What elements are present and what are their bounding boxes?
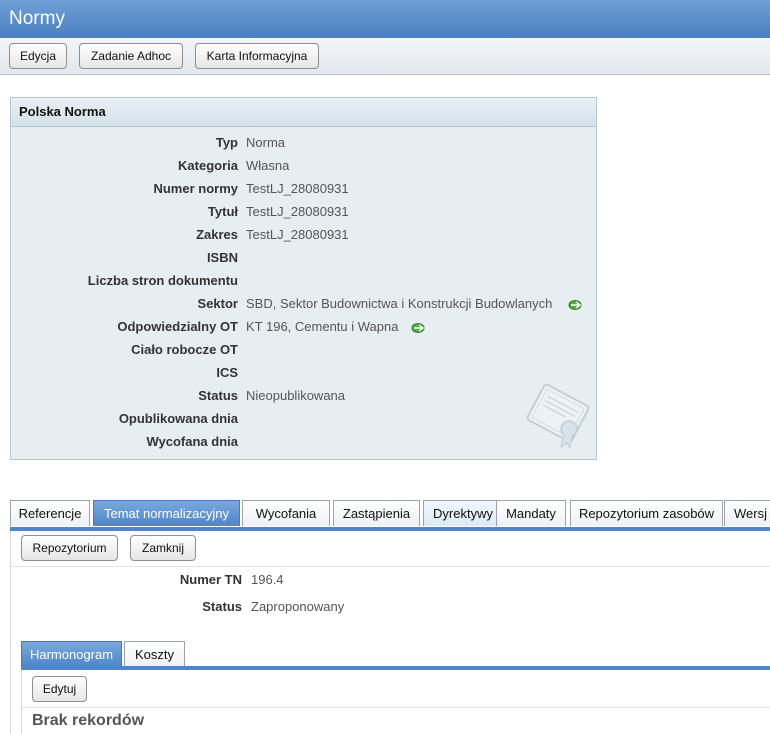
field-value: Nieopublikowana [246,388,346,403]
field-row: Wycofana dnia [11,434,598,454]
field-row: Kategoria Własna [11,158,598,178]
info-card-button[interactable]: Karta Informacyjna [195,43,319,69]
link-arrow-icon[interactable] [568,299,584,311]
edit-button[interactable]: Edycja [9,43,67,69]
link-arrow-icon[interactable] [411,322,427,334]
field-label: ICS [216,365,238,380]
field-label: Opublikowana dnia [118,411,238,426]
tab-wersje[interactable]: Wersj [724,500,770,526]
field-row: Tytuł TestLJ_28080931 [11,204,598,224]
window-title: Normy [9,8,65,29]
field-label: Tytuł [207,204,238,219]
field-row: Numer normy TestLJ_28080931 [11,181,598,201]
repository-button[interactable]: Repozytorium [21,535,118,561]
tab-harmonogram[interactable]: Harmonogram [21,641,122,667]
tab-koszty[interactable]: Koszty [124,641,185,667]
field-label: Liczba stron dokumentu [87,273,238,288]
field-row: Odpowiedzialny OT KT 196, Cementu i Wapn… [11,319,598,339]
close-button[interactable]: Zamknij [130,535,196,561]
panel-title: Polska Norma [11,98,596,127]
field-row: ICS [11,365,598,385]
field-label: Zakres [196,227,238,242]
field-label: Numer TN [179,572,242,587]
field-label: Odpowiedzialny OT [117,319,238,334]
divider [11,566,770,567]
field-value: Własna [246,158,290,173]
field-value: TestLJ_28080931 [246,227,349,242]
field-label: Ciało robocze OT [131,342,238,357]
field-value: TestLJ_28080931 [246,204,349,219]
field-label: Wycofana dnia [146,434,238,449]
toolbar: Edycja Zadanie Adhoc Karta Informacyjna [0,38,770,75]
field-label: Typ [215,135,238,150]
tab-wycofania[interactable]: Wycofania [242,500,330,526]
field-label: Sektor [197,296,238,311]
tab-dyrektywy[interactable]: Dyrektywy [423,500,503,526]
field-value: Norma [246,135,286,150]
field-label: Status [198,388,238,403]
title-bar: Normy [0,0,770,39]
tab-referencje[interactable]: Referencje [10,500,90,526]
field-label: ISBN [206,250,238,265]
field-label: Status [202,599,242,614]
field-row: Typ Norma [11,135,598,155]
details-panel: Polska Norma Typ Norma Kategoria Własna … [10,97,597,460]
field-value: KT 196, Cementu i Wapna [246,319,399,334]
field-row: Ciało robocze OT [11,342,598,362]
certificate-icon [526,383,590,450]
field-label: Kategoria [178,158,238,173]
empty-records-text: Brak rekordów [32,712,145,729]
main-tabs: Referencje Temat normalizacyjny Wycofani… [10,500,770,528]
field-value: SBD, Sektor Budownictwa i Konstrukcji Bu… [246,296,553,311]
field-row: Zakres TestLJ_28080931 [11,227,598,247]
field-row: ISBN [11,250,598,270]
field-label: Numer normy [153,181,238,196]
field-row: Sektor SBD, Sektor Budownictwa i Konstru… [11,296,598,316]
field-row: Opublikowana dnia [11,411,598,431]
field-value: TestLJ_28080931 [246,181,349,196]
field-row: Liczba stron dokumentu [11,273,598,293]
edit-schedule-button[interactable]: Edytuj [32,676,87,702]
field-value: 196.4 [251,572,284,587]
tab-zastapienia[interactable]: Zastąpienia [333,500,420,526]
tab-temat-normalizacyjny[interactable]: Temat normalizacyjny [93,500,240,526]
divider [22,707,770,708]
field-row: Status Nieopublikowana [11,388,598,408]
adhoc-task-button[interactable]: Zadanie Adhoc [79,43,183,69]
tab-mandaty[interactable]: Mandaty [496,500,566,526]
tab-repozytorium-zasobow[interactable]: Repozytorium zasobów [570,500,723,526]
field-value: Zaproponowany [251,599,345,614]
